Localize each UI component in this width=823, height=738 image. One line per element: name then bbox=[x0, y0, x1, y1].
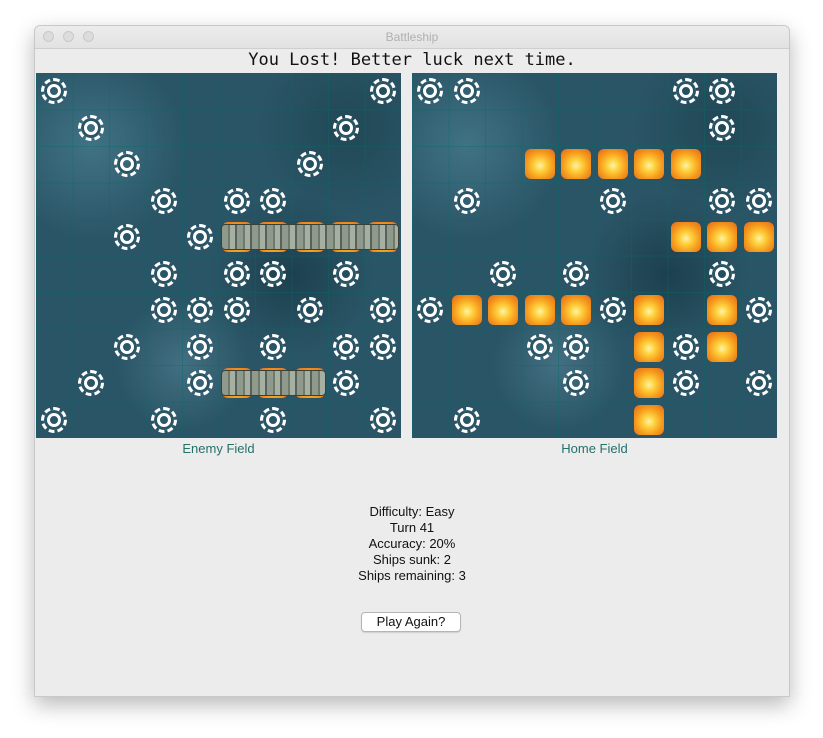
miss-marker bbox=[219, 256, 256, 293]
miss-marker bbox=[182, 365, 219, 402]
miss-marker bbox=[668, 365, 705, 402]
miss-marker bbox=[255, 402, 292, 439]
home-field-label: Home Field bbox=[561, 441, 628, 456]
hit-marker bbox=[631, 402, 668, 439]
miss-marker bbox=[255, 183, 292, 220]
miss-marker bbox=[595, 183, 632, 220]
hit-marker bbox=[558, 292, 595, 329]
miss-marker bbox=[292, 292, 329, 329]
hit-marker bbox=[522, 292, 559, 329]
miss-marker bbox=[109, 146, 146, 183]
hit-marker bbox=[485, 292, 522, 329]
miss-marker bbox=[328, 256, 365, 293]
play-again-button[interactable]: Play Again? bbox=[361, 612, 461, 632]
miss-marker bbox=[365, 292, 402, 329]
hit-marker bbox=[631, 292, 668, 329]
miss-marker bbox=[182, 329, 219, 366]
hit-marker bbox=[668, 219, 705, 256]
hit-marker bbox=[449, 292, 486, 329]
miss-marker bbox=[704, 73, 741, 110]
enemy-field-label: Enemy Field bbox=[182, 441, 255, 456]
miss-marker bbox=[741, 292, 778, 329]
miss-marker bbox=[255, 256, 292, 293]
miss-marker bbox=[704, 256, 741, 293]
sunk-ship bbox=[220, 370, 326, 396]
miss-marker bbox=[328, 110, 365, 147]
turn-text: Turn 41 bbox=[389, 520, 435, 535]
hit-marker bbox=[741, 219, 778, 256]
miss-marker bbox=[558, 365, 595, 402]
miss-marker bbox=[365, 73, 402, 110]
hit-marker bbox=[668, 146, 705, 183]
miss-marker bbox=[182, 292, 219, 329]
hit-marker bbox=[631, 365, 668, 402]
miss-marker bbox=[109, 329, 146, 366]
miss-marker bbox=[595, 292, 632, 329]
miss-marker bbox=[219, 292, 256, 329]
miss-marker bbox=[558, 256, 595, 293]
miss-marker bbox=[36, 73, 73, 110]
miss-marker bbox=[182, 219, 219, 256]
miss-marker bbox=[741, 183, 778, 220]
hit-marker bbox=[704, 329, 741, 366]
miss-marker bbox=[73, 110, 110, 147]
miss-marker bbox=[449, 183, 486, 220]
miss-marker bbox=[73, 365, 110, 402]
miss-marker bbox=[365, 329, 402, 366]
miss-marker bbox=[146, 402, 183, 439]
miss-marker bbox=[146, 256, 183, 293]
miss-marker bbox=[36, 402, 73, 439]
miss-marker bbox=[109, 219, 146, 256]
miss-marker bbox=[412, 292, 449, 329]
hit-marker bbox=[631, 329, 668, 366]
window-title: Battleship bbox=[385, 30, 439, 44]
miss-marker bbox=[741, 365, 778, 402]
miss-marker bbox=[668, 329, 705, 366]
home-board bbox=[412, 73, 777, 438]
miss-marker bbox=[668, 73, 705, 110]
miss-marker bbox=[522, 329, 559, 366]
title-bar: Battleship bbox=[35, 26, 789, 49]
ships-remaining-text: Ships remaining: 3 bbox=[358, 568, 466, 583]
hit-marker bbox=[631, 146, 668, 183]
miss-marker bbox=[485, 256, 522, 293]
sunk-ship bbox=[220, 224, 399, 250]
stats-panel: Difficulty: Easy Turn 41 Accuracy: 20% S… bbox=[35, 504, 789, 584]
miss-marker bbox=[255, 329, 292, 366]
ships-sunk-text: Ships sunk: 2 bbox=[372, 552, 452, 567]
miss-marker bbox=[412, 73, 449, 110]
miss-marker bbox=[558, 329, 595, 366]
hit-marker bbox=[704, 219, 741, 256]
miss-marker bbox=[704, 110, 741, 147]
hit-marker bbox=[558, 146, 595, 183]
miss-marker bbox=[449, 73, 486, 110]
app-window: Battleship You Lost! Better luck next ti… bbox=[34, 25, 790, 697]
accuracy-text: Accuracy: 20% bbox=[368, 536, 456, 551]
miss-marker bbox=[146, 183, 183, 220]
miss-marker bbox=[449, 402, 486, 439]
hit-marker bbox=[522, 146, 559, 183]
miss-marker bbox=[292, 146, 329, 183]
hit-marker bbox=[704, 292, 741, 329]
enemy-board[interactable] bbox=[36, 73, 401, 438]
miss-marker bbox=[365, 402, 402, 439]
difficulty-text: Difficulty: Easy bbox=[369, 504, 455, 519]
result-message: You Lost! Better luck next time. bbox=[248, 50, 576, 70]
miss-marker bbox=[704, 183, 741, 220]
miss-marker bbox=[328, 329, 365, 366]
miss-marker bbox=[146, 292, 183, 329]
miss-marker bbox=[328, 365, 365, 402]
hit-marker bbox=[595, 146, 632, 183]
miss-marker bbox=[219, 183, 256, 220]
